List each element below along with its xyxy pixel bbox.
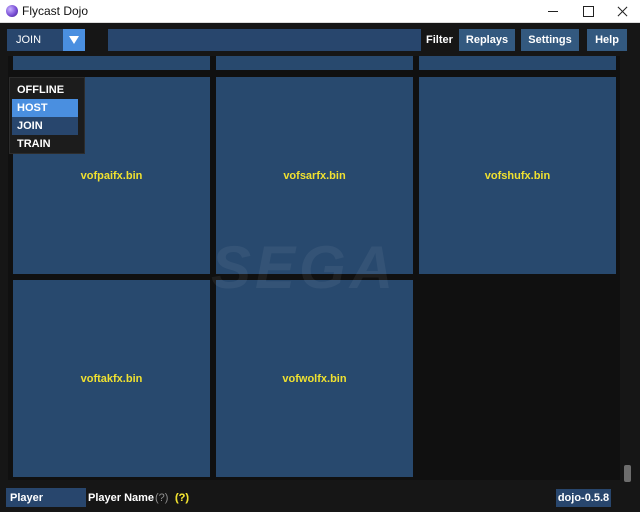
title-bar: Flycast Dojo: [0, 0, 640, 23]
player-name-help[interactable]: (?): [155, 492, 168, 504]
player-name-label: Player Name: [88, 492, 155, 504]
game-tile[interactable]: vofsarfx.bin: [216, 77, 413, 274]
scrollbar-thumb[interactable]: [624, 465, 631, 482]
mode-combo-value: JOIN: [16, 34, 42, 46]
version-help-marker[interactable]: (?): [175, 492, 189, 504]
game-tile[interactable]: [216, 56, 413, 70]
settings-button[interactable]: Settings: [521, 29, 579, 51]
game-title: vofwolfx.bin: [282, 372, 347, 385]
game-tile[interactable]: [13, 56, 210, 70]
game-tile[interactable]: [419, 56, 616, 70]
filter-label: Filter: [426, 34, 453, 46]
window-title: Flycast Dojo: [22, 4, 89, 18]
menu-item-train[interactable]: TRAIN: [12, 135, 78, 153]
player-name-input[interactable]: [6, 488, 86, 507]
game-title: vofshufx.bin: [484, 169, 551, 182]
game-title: vofsarfx.bin: [283, 169, 346, 182]
menu-item-join[interactable]: JOIN: [12, 117, 78, 135]
game-tile[interactable]: vofshufx.bin: [419, 77, 616, 274]
replays-button[interactable]: Replays: [459, 29, 515, 51]
mode-dropdown-menu: OFFLINE HOST JOIN TRAIN: [9, 77, 85, 154]
menu-item-host[interactable]: HOST: [12, 99, 78, 117]
version-badge: dojo-0.5.8: [556, 489, 611, 507]
game-title: vofpaifx.bin: [80, 169, 143, 182]
flycast-app-icon: [6, 5, 18, 17]
game-tile[interactable]: vofwolfx.bin: [216, 280, 413, 477]
caret-down-icon[interactable]: [63, 29, 85, 51]
menu-item-offline[interactable]: OFFLINE: [12, 81, 78, 99]
minimize-icon[interactable]: [536, 0, 570, 23]
maximize-icon[interactable]: [571, 0, 605, 23]
game-grid[interactable]: vofpaifx.bin vofsarfx.bin vofshufx.bin v…: [8, 56, 620, 480]
close-icon[interactable]: [605, 0, 639, 23]
help-button[interactable]: Help: [587, 29, 627, 51]
game-tile[interactable]: voftakfx.bin: [13, 280, 210, 477]
mode-combo[interactable]: JOIN: [7, 29, 85, 51]
game-title: voftakfx.bin: [80, 372, 143, 385]
filter-input[interactable]: [108, 29, 421, 51]
app-area: JOIN Filter Replays Settings Help vofpai…: [0, 24, 640, 512]
